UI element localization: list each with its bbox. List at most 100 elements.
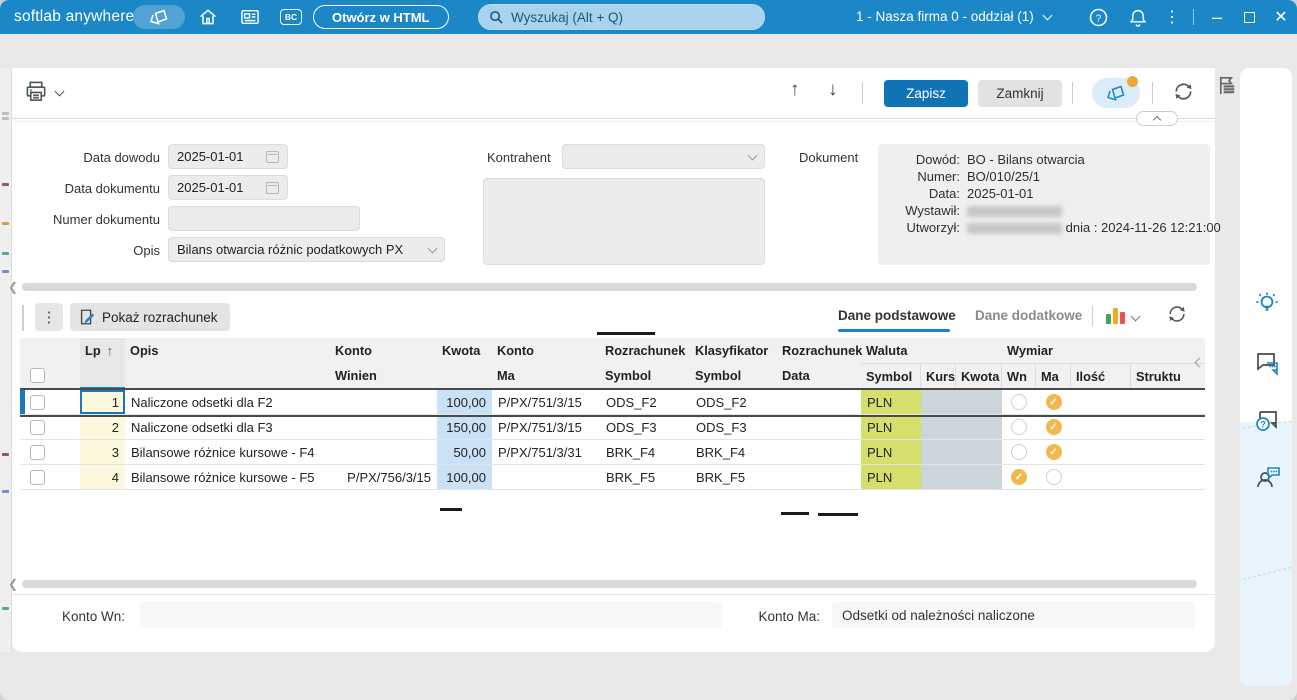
faq-button[interactable]: ? bbox=[1254, 408, 1280, 434]
table-row[interactable]: 1 Naliczone odsetki dla F2 100,00 P/PX/751/… bbox=[20, 390, 1205, 415]
collapse-header-button[interactable] bbox=[1136, 111, 1178, 126]
opis-cell[interactable]: Bilansowe różnice kursowe - F5 bbox=[125, 465, 330, 489]
global-search[interactable] bbox=[478, 4, 765, 30]
lp-cell[interactable]: 4 bbox=[80, 465, 125, 489]
ma-cell[interactable]: ✓ bbox=[1036, 415, 1071, 439]
ma-cell[interactable]: ✓ bbox=[1036, 390, 1071, 414]
table-row[interactable]: 2 Naliczone odsetki dla F3 150,00 P/PX/751/… bbox=[20, 415, 1205, 440]
comments-button[interactable] bbox=[1254, 350, 1280, 376]
waluta-kwota-cell[interactable] bbox=[956, 465, 1002, 489]
header-ilosc[interactable]: Ilość bbox=[1071, 364, 1131, 390]
minimize-button[interactable]: – bbox=[1202, 0, 1232, 34]
select-all-checkbox[interactable] bbox=[30, 368, 45, 383]
waluta-kwota-cell[interactable] bbox=[956, 390, 1002, 414]
opis-select[interactable]: Bilans otwarcia różnic podatkowych PX bbox=[168, 237, 445, 262]
lp-cell[interactable]: 2 bbox=[80, 415, 125, 439]
header-struktura[interactable]: Struktu bbox=[1131, 364, 1205, 390]
ma-checked-icon[interactable]: ✓ bbox=[1045, 394, 1062, 410]
header-waluta-kwota[interactable]: Kwota bbox=[956, 364, 1002, 390]
kurs-cell[interactable] bbox=[921, 390, 956, 414]
header-group-waluta[interactable]: Waluta bbox=[861, 338, 1002, 364]
struktura-cell[interactable] bbox=[1131, 415, 1205, 439]
scroll-left-icon[interactable]: ❮ bbox=[8, 280, 18, 294]
kwota-cell[interactable]: 150,00 bbox=[437, 415, 492, 439]
opis-cell[interactable]: Bilansowe różnice kursowe - F4 bbox=[125, 440, 330, 464]
konto-ma-cell[interactable]: P/PX/751/3/15 bbox=[492, 415, 600, 439]
wn-cell[interactable] bbox=[1002, 390, 1036, 414]
data-dowodu-input[interactable]: 2025-01-01 bbox=[168, 144, 288, 169]
close-document-button[interactable]: Zamknij bbox=[978, 80, 1062, 107]
related-views-button[interactable] bbox=[1092, 76, 1140, 108]
scroll-left-icon[interactable]: ❮ bbox=[8, 577, 18, 591]
company-selector[interactable]: 1 - Nasza firma 0 - oddział (1) bbox=[856, 9, 1053, 24]
wn-unchecked-icon[interactable] bbox=[1011, 444, 1027, 460]
row-select-cell[interactable] bbox=[20, 440, 80, 464]
header-wn[interactable]: Wn bbox=[1002, 364, 1036, 390]
struktura-cell[interactable] bbox=[1131, 465, 1205, 489]
move-up-button[interactable]: ↑ bbox=[790, 79, 800, 101]
kurs-cell[interactable] bbox=[921, 440, 956, 464]
ilosc-cell[interactable] bbox=[1071, 440, 1131, 464]
row-checkbox[interactable] bbox=[30, 419, 45, 435]
header-konto-winien[interactable]: Konto Winien bbox=[330, 338, 437, 390]
header-waluta-symbol[interactable]: Symbol bbox=[861, 364, 921, 390]
konto-ma-cell[interactable]: P/PX/751/3/31 bbox=[492, 440, 600, 464]
konto-ma-cell[interactable] bbox=[492, 465, 600, 489]
header-kurs[interactable]: Kurs bbox=[921, 364, 956, 390]
data-dokumentu-input[interactable]: 2025-01-01 bbox=[168, 175, 288, 200]
konto-winien-cell[interactable] bbox=[330, 440, 437, 464]
konto-winien-cell[interactable] bbox=[330, 415, 437, 439]
row-select-cell[interactable] bbox=[20, 390, 80, 414]
ma-cell[interactable]: ✓ bbox=[1036, 440, 1071, 464]
grid-hscrollbar-bottom[interactable]: ❮ bbox=[8, 577, 1204, 591]
rozrachunek-data-cell[interactable] bbox=[777, 465, 861, 489]
table-row[interactable]: 3 Bilansowe różnice kursowe - F4 50,00 P/PX… bbox=[20, 440, 1205, 465]
header-klasyfikator-symbol[interactable]: Klasyfikator Symbol bbox=[690, 338, 777, 390]
header-konto-ma[interactable]: Konto Ma bbox=[492, 338, 600, 390]
news-button[interactable] bbox=[238, 6, 262, 28]
ilosc-cell[interactable] bbox=[1071, 465, 1131, 489]
wn-unchecked-icon[interactable] bbox=[1011, 394, 1027, 410]
waluta-symbol-cell[interactable]: PLN bbox=[861, 415, 921, 439]
klasyfikator-symbol-cell[interactable]: ODS_F2 bbox=[690, 390, 777, 414]
wn-cell[interactable] bbox=[1002, 415, 1036, 439]
konto-ma-cell[interactable]: P/PX/751/3/15 bbox=[492, 390, 600, 414]
tab-dane-dodatkowe[interactable]: Dane dodatkowe bbox=[975, 308, 1082, 323]
hints-button[interactable] bbox=[1254, 290, 1280, 316]
kwota-cell[interactable]: 50,00 bbox=[437, 440, 492, 464]
kwota-cell[interactable]: 100,00 bbox=[437, 390, 492, 414]
more-menu-button[interactable]: ⋮ bbox=[1160, 6, 1184, 28]
ilosc-cell[interactable] bbox=[1071, 415, 1131, 439]
scrollbar-thumb[interactable] bbox=[22, 580, 1197, 588]
ilosc-cell[interactable] bbox=[1071, 390, 1131, 414]
konto-winien-cell[interactable]: P/PX/756/3/15 bbox=[330, 465, 437, 489]
header-rozrachunek-symbol[interactable]: Rozrachunek Symbol bbox=[600, 338, 690, 390]
header-kwota[interactable]: Kwota bbox=[437, 338, 492, 390]
lp-cell[interactable]: 3 bbox=[80, 440, 125, 464]
help-button[interactable]: ? bbox=[1086, 6, 1110, 28]
wn-unchecked-icon[interactable] bbox=[1011, 419, 1027, 435]
app-switcher-button[interactable] bbox=[133, 5, 185, 29]
grid-hscrollbar-top[interactable]: ❮ bbox=[8, 280, 1204, 294]
waluta-symbol-cell[interactable]: PLN bbox=[861, 440, 921, 464]
numer-dokumentu-input[interactable] bbox=[168, 206, 360, 231]
calendar-icon[interactable] bbox=[266, 181, 279, 194]
row-checkbox[interactable] bbox=[30, 444, 45, 460]
header-rozrachunek-data[interactable]: Rozrachunek Data bbox=[777, 338, 862, 390]
klasyfikator-symbol-cell[interactable]: BRK_F4 bbox=[690, 440, 777, 464]
struktura-cell[interactable] bbox=[1131, 390, 1205, 414]
maximize-button[interactable] bbox=[1234, 0, 1264, 34]
rozrachunek-symbol-cell[interactable]: ODS_F2 bbox=[600, 390, 690, 414]
wn-cell[interactable] bbox=[1002, 440, 1036, 464]
ma-cell[interactable] bbox=[1036, 465, 1071, 489]
row-select-cell[interactable] bbox=[20, 415, 80, 439]
waluta-kwota-cell[interactable] bbox=[956, 415, 1002, 439]
grid-refresh-button[interactable] bbox=[1166, 303, 1190, 327]
rozrachunek-data-cell[interactable] bbox=[777, 440, 861, 464]
panels-button[interactable] bbox=[1216, 74, 1240, 98]
open-in-html-button[interactable]: Otwórz w HTML bbox=[313, 5, 449, 29]
lp-cell[interactable]: 1 bbox=[80, 390, 125, 414]
waluta-kwota-cell[interactable] bbox=[956, 440, 1002, 464]
klasyfikator-symbol-cell[interactable]: BRK_F5 bbox=[690, 465, 777, 489]
search-input[interactable] bbox=[511, 9, 754, 25]
